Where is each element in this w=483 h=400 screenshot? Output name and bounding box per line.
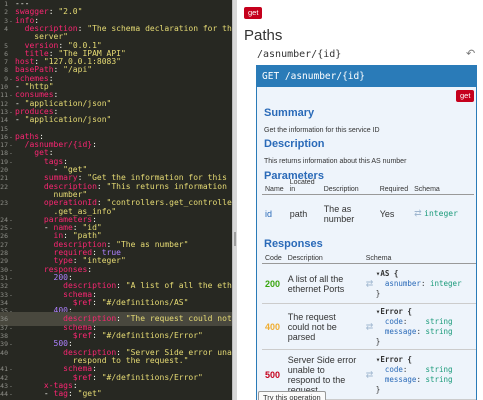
param-name: id xyxy=(265,208,273,219)
splitter-grip-icon[interactable] xyxy=(234,232,236,246)
description-heading: Description xyxy=(264,138,325,150)
line-number: 44 xyxy=(0,390,8,399)
swap-icon[interactable]: ⇄ xyxy=(366,369,374,379)
param-header-schema: Schema xyxy=(414,186,440,193)
responses-heading: Responses xyxy=(264,238,323,250)
param-schema: ⇄ integer xyxy=(411,195,474,233)
param-header-required: Required xyxy=(379,186,409,193)
swap-icon[interactable]: ⇄ xyxy=(366,278,374,288)
summary-heading: Summary xyxy=(264,107,315,119)
responses-table: Code Description Schema 200 A list of al… xyxy=(262,254,476,400)
response-schema: ⇄ ▾Error { code: string message: string … xyxy=(363,350,476,400)
param-header-description: Description xyxy=(323,186,359,193)
param-required: Yes xyxy=(379,208,395,219)
path-heading[interactable]: /asnumber/{id} xyxy=(257,49,341,60)
schema-model[interactable]: ▾AS { asnumber: integer } xyxy=(376,269,462,299)
resp-header-description: Description xyxy=(287,255,323,262)
param-location: path xyxy=(289,208,308,219)
table-row: 200 A list of all the ethernet Ports ⇄ ▾… xyxy=(262,264,476,304)
response-description: The request could not be parsed xyxy=(287,311,337,342)
response-code: 400 xyxy=(265,321,281,332)
operation-title[interactable]: GET /asnumber/{id} xyxy=(257,66,370,87)
summary-text: Get the information for this service ID xyxy=(264,127,380,134)
param-type: integer xyxy=(424,209,458,219)
paths-heading: Paths xyxy=(244,27,283,44)
swap-icon[interactable]: ⇄ xyxy=(414,208,422,218)
response-schema: ⇄ ▾AS { asnumber: integer } xyxy=(363,264,476,304)
editor-line[interactable]: 44- - tag: "get" xyxy=(0,387,232,400)
reply-arrow-icon[interactable]: ↶ xyxy=(466,47,475,60)
description-text: This returns information about this AS n… xyxy=(264,158,407,165)
parameters-table: Name Located in Description Required Sch… xyxy=(262,178,474,233)
response-description: A list of all the ethernet Ports xyxy=(287,273,345,294)
param-header-located: Located in xyxy=(289,179,315,193)
get-tag-badge[interactable]: get xyxy=(244,7,263,19)
docs-preview: get Paths /asnumber/{id} ↶ GET /asnumber… xyxy=(237,0,483,400)
table-row: 400 The request could not be parsed ⇄ ▾E… xyxy=(262,304,476,350)
code-text: - tag: "get" xyxy=(15,389,102,399)
operation-panel: GET /asnumber/{id} get Summary Get the i… xyxy=(256,65,477,400)
schema-model[interactable]: ▾Error { code: string message: string } xyxy=(376,307,453,347)
operation-header[interactable]: GET /asnumber/{id} xyxy=(257,66,476,87)
response-schema: ⇄ ▾Error { code: string message: string … xyxy=(363,304,476,350)
swap-icon[interactable]: ⇄ xyxy=(366,321,374,331)
param-description: The as number xyxy=(323,203,355,224)
operation-get-badge: get xyxy=(456,90,475,102)
param-header-name: Name xyxy=(265,186,284,193)
resp-header-code: Code xyxy=(265,255,282,262)
resp-header-schema: Schema xyxy=(365,255,392,262)
response-code: 200 xyxy=(265,278,281,289)
table-row: id path The as number Yes ⇄ integer xyxy=(262,195,474,233)
try-operation-button[interactable]: Try this operation xyxy=(258,391,326,400)
yaml-editor[interactable]: 1 --- 2 swagger: "2.0" 3- info: 4 description:… xyxy=(0,0,232,400)
schema-model[interactable]: ▾Error { code: string message: string } xyxy=(376,355,453,395)
